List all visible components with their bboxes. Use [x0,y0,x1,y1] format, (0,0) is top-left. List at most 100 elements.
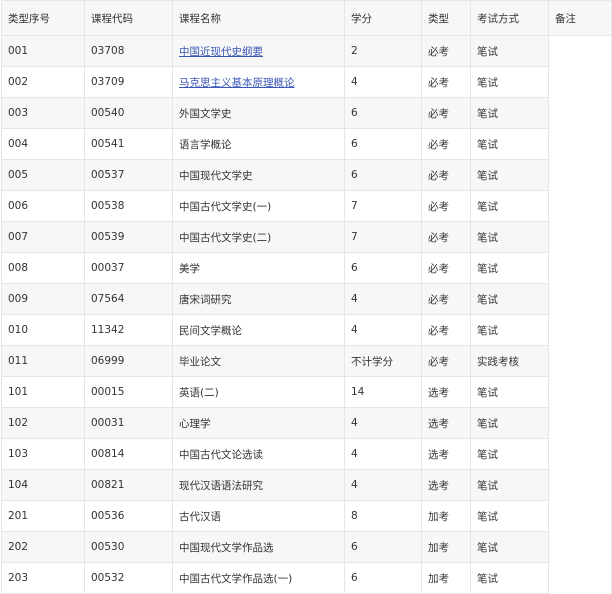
cell-type: 必考 [421,66,471,98]
cell-code: 00536 [84,500,173,532]
cell-exam-text: 笔试 [477,448,498,461]
cell-code: 00015 [84,376,173,408]
cell-type: 加考 [421,562,471,594]
course-name-text: 现代汉语语法研究 [179,479,263,492]
cell-type: 必考 [421,252,471,284]
cell-credit: 8 [344,500,422,532]
cell-type-text: 加考 [428,510,449,523]
cell-seq-text: 009 [8,293,29,305]
cell-seq: 005 [1,159,85,191]
cell-seq-text: 001 [8,45,29,57]
cell-type: 选考 [421,407,471,439]
cell-code-text: 00537 [91,169,125,181]
cell-type: 必考 [421,283,471,315]
cell-type: 必考 [421,345,471,377]
cell-type-text: 必考 [428,76,449,89]
cell-credit: 4 [344,283,422,315]
course-name-link[interactable]: 中国近现代史纲要 [179,46,263,58]
cell-name: 英语(二) [172,376,345,408]
cell-type-text: 必考 [428,324,449,337]
cell-exam: 笔试 [470,314,549,346]
cell-type-text: 必考 [428,231,449,244]
cell-credit: 6 [344,562,422,594]
cell-code: 00814 [84,438,173,470]
table-row: 002 03709 马克思主义基本原理概论 4 必考 笔试 [1,66,612,98]
cell-code: 00540 [84,97,173,129]
cell-exam-text: 笔试 [477,417,498,430]
cell-code: 00538 [84,190,173,222]
cell-seq-text: 004 [8,138,29,150]
course-name-text: 中国古代文论选读 [179,448,263,461]
cell-type-text: 必考 [428,107,449,120]
table-row: 101 00015 英语(二) 14 选考 笔试 [1,376,612,408]
table-row: 203 00532 中国古代文学作品选(一) 6 加考 笔试 [1,562,612,594]
cell-code: 00539 [84,221,173,253]
cell-credit: 4 [344,407,422,439]
cell-code-text: 03709 [91,76,125,88]
cell-type: 必考 [421,128,471,160]
cell-credit: 4 [344,66,422,98]
cell-seq-text: 102 [8,417,29,429]
cell-credit-text: 不计学分 [351,355,393,368]
cell-exam-text: 笔试 [477,76,498,89]
cell-exam: 笔试 [470,159,549,191]
cell-type: 选考 [421,469,471,501]
cell-seq-text: 103 [8,448,29,460]
course-name-text: 英语(二) [179,386,219,399]
cell-code: 07564 [84,283,173,315]
table-body: 001 03708 中国近现代史纲要 2 必考 笔试 002 03709 马克思主义基本原理概论… [1,35,612,594]
cell-seq: 010 [1,314,85,346]
course-name-text: 民间文学概论 [179,324,242,337]
cell-seq-text: 008 [8,262,29,274]
cell-exam-text: 笔试 [477,262,498,275]
cell-seq: 004 [1,128,85,160]
cell-exam: 笔试 [470,128,549,160]
cell-type-text: 选考 [428,479,449,492]
cell-seq-text: 007 [8,231,29,243]
cell-code-text: 00821 [91,479,125,491]
cell-name: 语言学概论 [172,128,345,160]
table-row: 202 00530 中国现代文学作品选 6 加考 笔试 [1,531,612,563]
cell-type-text: 加考 [428,541,449,554]
cell-credit: 4 [344,469,422,501]
cell-seq-text: 002 [8,76,29,88]
cell-exam-text: 笔试 [477,572,498,585]
cell-code-text: 03708 [91,45,125,57]
cell-seq: 011 [1,345,85,377]
cell-seq: 202 [1,531,85,563]
cell-exam-text: 笔试 [477,386,498,399]
cell-code-text: 00530 [91,541,125,553]
cell-code: 00541 [84,128,173,160]
cell-seq: 101 [1,376,85,408]
cell-exam-text: 笔试 [477,107,498,120]
cell-type: 必考 [421,314,471,346]
course-name-text: 语言学概论 [179,138,232,151]
cell-type-text: 必考 [428,138,449,151]
cell-exam-text: 实践考核 [477,355,519,368]
cell-type-text: 必考 [428,169,449,182]
cell-type: 必考 [421,97,471,129]
course-name-text: 中国古代文学史(二) [179,231,272,244]
header-code: 课程代码 [84,0,173,36]
cell-credit-text: 7 [351,200,358,212]
table-row: 104 00821 现代汉语语法研究 4 选考 笔试 [1,469,612,501]
course-name-link[interactable]: 马克思主义基本原理概论 [179,77,295,89]
cell-code-text: 00540 [91,107,125,119]
table-row: 005 00537 中国现代文学史 6 必考 笔试 [1,159,612,191]
cell-exam: 笔试 [470,35,549,67]
cell-code: 06999 [84,345,173,377]
cell-exam-text: 笔试 [477,324,498,337]
cell-exam-text: 笔试 [477,510,498,523]
cell-name: 马克思主义基本原理概论 [172,66,345,98]
cell-type: 选考 [421,438,471,470]
cell-exam: 笔试 [470,562,549,594]
cell-type-text: 必考 [428,45,449,58]
cell-name: 古代汉语 [172,500,345,532]
cell-seq-text: 003 [8,107,29,119]
header-name: 课程名称 [172,0,345,36]
cell-credit: 7 [344,221,422,253]
cell-type-text: 加考 [428,572,449,585]
cell-exam: 笔试 [470,283,549,315]
cell-seq: 103 [1,438,85,470]
cell-credit: 6 [344,531,422,563]
